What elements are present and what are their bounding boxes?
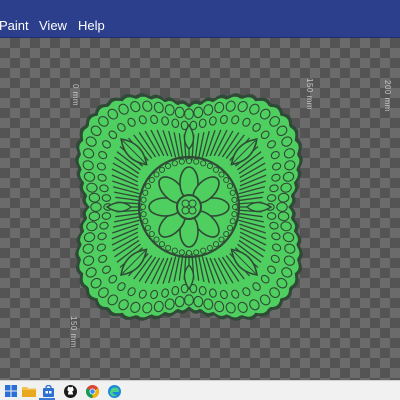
inner-bead — [229, 218, 236, 225]
inner-bead — [171, 247, 178, 254]
inner-bead — [165, 162, 172, 170]
bead — [266, 212, 277, 220]
windows-start-icon[interactable] — [4, 384, 18, 398]
bead — [101, 212, 112, 220]
center-dot — [188, 199, 197, 208]
ruler-label-0: 0 mm — [71, 84, 80, 106]
center-ring — [176, 194, 202, 220]
inner-bead — [231, 211, 238, 218]
bead — [277, 211, 290, 222]
inner-bead — [140, 211, 147, 218]
center-dot — [181, 199, 190, 208]
inner-bead — [178, 158, 185, 165]
bead — [277, 192, 290, 203]
model-canvas[interactable]: 0 mm 150 mm 200 mm 150 mm — [0, 38, 400, 380]
menu-view[interactable]: View — [39, 18, 67, 34]
inner-bead — [148, 176, 155, 184]
inner-bead — [223, 176, 230, 184]
bead — [266, 194, 277, 202]
menu-paint[interactable]: Paint — [0, 18, 29, 34]
inner-bead — [142, 189, 149, 196]
inner-bead — [158, 166, 166, 173]
bead — [276, 202, 288, 212]
inner-bead — [226, 183, 234, 190]
chrome-icon[interactable] — [85, 384, 99, 398]
bead — [174, 295, 185, 308]
inner-bead — [206, 162, 213, 170]
taskbar — [0, 380, 400, 400]
ruler-label-200: 200 mm — [383, 80, 392, 112]
inner-bead — [153, 171, 160, 178]
inner-bead — [185, 249, 193, 257]
inner-bead — [231, 203, 239, 211]
edge-icon[interactable] — [107, 384, 121, 398]
inner-bead — [144, 183, 152, 190]
center-dot — [181, 206, 190, 215]
bead — [101, 194, 112, 202]
github-icon[interactable] — [63, 384, 77, 398]
bead — [90, 202, 102, 212]
inner-bead — [153, 236, 160, 243]
menu-bar: Paint View Help — [0, 0, 400, 38]
bead — [174, 106, 185, 119]
file-explorer-icon[interactable] — [22, 384, 36, 398]
inner-bead — [193, 158, 200, 165]
bead — [184, 108, 194, 120]
inner-bead — [212, 241, 220, 248]
inner-bead — [218, 236, 225, 243]
bead — [88, 211, 101, 222]
inner-bead — [185, 157, 193, 165]
inner-bead — [206, 244, 213, 252]
bead — [193, 295, 204, 308]
mandala-model[interactable] — [0, 38, 400, 380]
menu-help[interactable]: Help — [78, 18, 105, 34]
bead — [184, 294, 194, 306]
inner-bead — [144, 224, 152, 231]
inner-bead — [229, 189, 236, 196]
inner-bead — [165, 244, 172, 252]
inner-bead — [200, 160, 207, 167]
ruler-label-150-top: 150 mm — [305, 78, 314, 110]
inner-bead — [148, 230, 155, 238]
inner-bead — [231, 196, 238, 203]
app-store-icon[interactable] — [41, 384, 55, 398]
inner-bead — [178, 249, 185, 256]
inner-bead — [223, 230, 230, 238]
center-dot — [188, 206, 197, 215]
inner-bead — [142, 218, 149, 225]
inner-bead — [140, 196, 147, 203]
bead — [88, 192, 101, 203]
bead — [193, 106, 204, 119]
inner-bead — [226, 224, 234, 231]
inner-bead — [193, 249, 200, 256]
inner-bead — [218, 171, 225, 178]
inner-bead — [200, 247, 207, 254]
inner-bead — [139, 203, 147, 211]
inner-bead — [171, 160, 178, 167]
inner-bead — [212, 166, 220, 173]
ruler-label-150-bottom: 150 mm — [69, 316, 78, 348]
inner-bead — [158, 241, 166, 248]
